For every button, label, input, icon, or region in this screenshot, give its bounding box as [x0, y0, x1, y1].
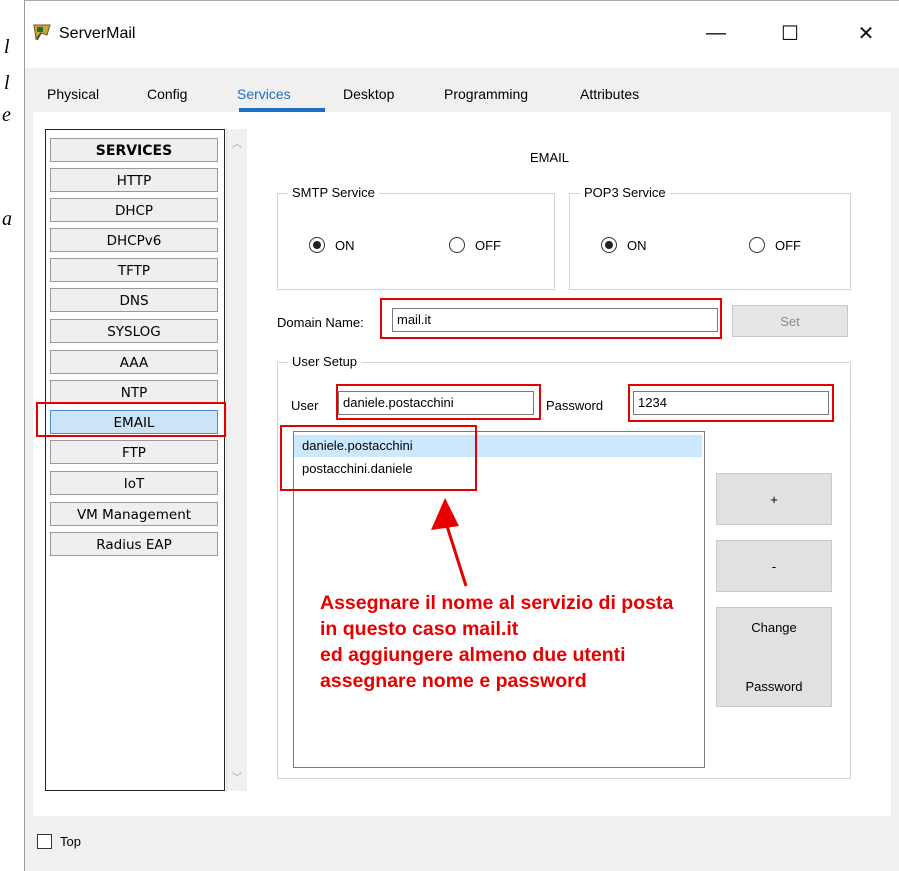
set-domain-button[interactable]: Set [732, 305, 848, 337]
smtp-off-label: OFF [475, 237, 501, 253]
service-ntp[interactable]: NTP [50, 380, 218, 404]
change-password-label-line1: Change [751, 620, 797, 635]
change-password-button[interactable]: Change Password [716, 607, 832, 707]
services-header: SERVICES [50, 138, 218, 162]
service-syslog[interactable]: SYSLOG [50, 319, 218, 343]
servermail-window: ServerMail — ☐ ✕ Physical Config Service… [24, 0, 899, 871]
window-title: ServerMail [59, 25, 136, 42]
service-ftp[interactable]: FTP [50, 440, 218, 464]
email-section-title: EMAIL [530, 150, 570, 165]
tab-desktop[interactable]: Desktop [343, 86, 394, 102]
service-aaa[interactable]: AAA [50, 350, 218, 374]
bg-glyph: a [2, 208, 12, 230]
scroll-down-icon[interactable]: ﹀ [231, 769, 243, 784]
scroll-up-icon[interactable]: ︿ [231, 135, 243, 150]
domain-name-label: Domain Name: [277, 315, 364, 330]
smtp-on-label: ON [335, 237, 355, 253]
bg-glyph: l [4, 72, 10, 94]
service-dhcpv6[interactable]: DHCPv6 [50, 228, 218, 252]
pop3-on-label: ON [627, 237, 647, 253]
background-document-text: l l e a [0, 0, 24, 240]
service-vm-management[interactable]: VM Management [50, 502, 218, 526]
annotation-line: in questo caso mail.it [320, 618, 519, 640]
top-checkbox[interactable] [37, 834, 52, 849]
tab-programming[interactable]: Programming [444, 86, 528, 102]
radio-checked-icon [309, 237, 325, 253]
title-bar: ServerMail — ☐ ✕ [25, 0, 899, 69]
pop3-on-radio[interactable]: ON [601, 237, 647, 253]
tab-bar: Physical Config Services Desktop Program… [25, 68, 899, 112]
user-setup-label: User Setup [288, 354, 362, 369]
highlight-email-service [36, 402, 226, 437]
smtp-on-radio[interactable]: ON [309, 237, 355, 253]
pop3-off-radio[interactable]: OFF [749, 237, 801, 253]
service-tftp[interactable]: TFTP [50, 258, 218, 282]
radio-checked-icon [601, 237, 617, 253]
highlight-user [336, 384, 541, 420]
smtp-off-radio[interactable]: OFF [449, 237, 501, 253]
service-dhcp[interactable]: DHCP [50, 198, 218, 222]
smtp-service-label: SMTP Service [288, 185, 379, 200]
tab-attributes[interactable]: Attributes [580, 86, 639, 102]
annotation-line: ed aggiungere almeno due utenti [320, 644, 626, 666]
highlight-user-list [280, 425, 477, 491]
tab-physical[interactable]: Physical [47, 86, 99, 102]
radio-unchecked-icon [449, 237, 465, 253]
services-list: SERVICES HTTP DHCP DHCPv6 TFTP DNS SYSLO… [45, 129, 225, 791]
app-icon [33, 24, 51, 41]
annotation-line: Assegnare il nome al servizio di posta [320, 592, 674, 614]
user-label: User [291, 398, 319, 413]
remove-user-button[interactable]: - [716, 540, 832, 592]
service-dns[interactable]: DNS [50, 288, 218, 312]
highlight-domain-name [380, 298, 722, 339]
radio-unchecked-icon [749, 237, 765, 253]
pop3-off-label: OFF [775, 237, 801, 253]
service-http[interactable]: HTTP [50, 168, 218, 192]
annotation-line: assegnare nome e password [320, 670, 587, 692]
add-user-button[interactable]: + [716, 473, 832, 525]
change-password-label-line2: Password [745, 679, 803, 694]
red-arrow-icon [431, 498, 468, 587]
tab-config[interactable]: Config [147, 86, 187, 102]
top-checkbox-label: Top [60, 834, 81, 849]
pop3-service-label: POP3 Service [580, 185, 670, 200]
close-button[interactable]: ✕ [843, 15, 889, 51]
tab-services[interactable]: Services [237, 86, 291, 102]
bg-glyph: e [2, 104, 11, 126]
highlight-password [628, 384, 834, 422]
annotation-text: Assegnare il nome al servizio di posta i… [320, 590, 673, 694]
maximize-button[interactable]: ☐ [767, 15, 813, 51]
services-scrollbar[interactable]: ︿ ﹀ [226, 129, 247, 791]
service-iot[interactable]: IoT [50, 471, 218, 495]
minimize-button[interactable]: — [693, 15, 739, 51]
password-label: Password [546, 398, 604, 413]
bg-glyph: l [4, 36, 10, 58]
service-radius-eap[interactable]: Radius EAP [50, 532, 218, 556]
